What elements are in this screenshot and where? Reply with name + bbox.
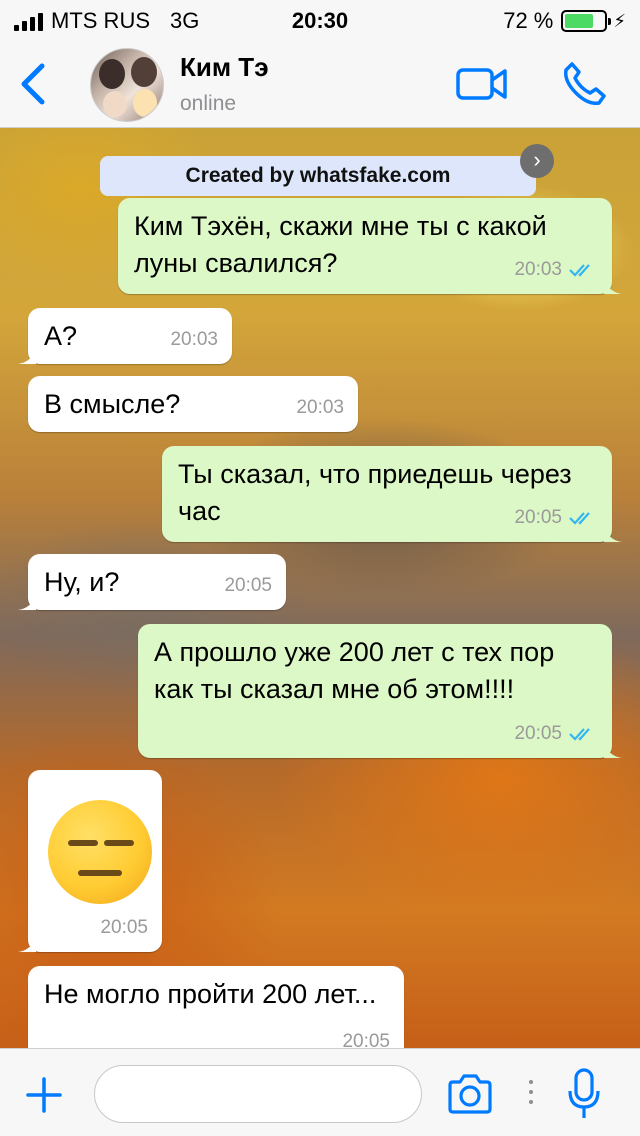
- message-time: 20:05: [100, 917, 148, 938]
- charging-icon: ⚡: [613, 10, 626, 31]
- more-dots-icon: [529, 1080, 533, 1104]
- message-text: Не могло пройти 200 лет...: [44, 979, 377, 1009]
- message-text: А прошло уже 200 лет с тех пор как ты ск…: [154, 637, 555, 704]
- message-bubble-incoming[interactable]: В смысле? 20:03: [28, 376, 358, 432]
- message-bubble-outgoing[interactable]: Ты сказал, что приедешь через час 20:05: [162, 446, 622, 542]
- status-bar: MTS RUS 3G 20:30 72 % ⚡: [0, 0, 640, 40]
- message-text: Ты сказал, что приедешь через час: [178, 459, 572, 526]
- chat-area[interactable]: Created by whatsfake.com › Ким Тэхён, ск…: [0, 128, 640, 1048]
- message-time: 20:03: [170, 329, 218, 350]
- video-camera-icon: [456, 68, 507, 100]
- plus-icon: [26, 1077, 62, 1113]
- message-text: Ким Тэхён, скажи мне ты с какой луны сва…: [134, 211, 547, 278]
- battery-icon: [561, 10, 612, 32]
- contact-name[interactable]: Ким Тэ: [180, 52, 269, 83]
- message-text: Ну, и?: [44, 567, 120, 597]
- read-checkmarks-icon: [569, 263, 590, 277]
- bubble-tail: [18, 348, 36, 364]
- voice-message-button[interactable]: [566, 1067, 602, 1121]
- message-input[interactable]: [94, 1065, 422, 1123]
- microphone-icon: [568, 1068, 600, 1118]
- message-time: 20:05: [514, 723, 562, 744]
- message-bubble-incoming[interactable]: А? 20:03: [18, 308, 232, 364]
- message-bubble-incoming[interactable]: Ну, и? 20:05: [18, 554, 286, 610]
- video-call-button[interactable]: [456, 66, 508, 102]
- message-bubble-emoji[interactable]: 20:05: [18, 770, 162, 952]
- read-checkmarks-icon: [569, 727, 590, 741]
- message-time: 20:03: [514, 259, 562, 280]
- back-button[interactable]: [14, 62, 54, 106]
- message-text: В смысле?: [44, 389, 181, 419]
- composer-bar: [0, 1048, 640, 1136]
- message-text: А?: [44, 321, 78, 351]
- camera-button[interactable]: [446, 1073, 494, 1115]
- message-time: 20:03: [296, 397, 344, 418]
- chevron-left-icon: [21, 63, 45, 105]
- phone-icon: [563, 62, 606, 106]
- message-bubble-outgoing[interactable]: А прошло уже 200 лет с тех пор как ты ск…: [138, 624, 622, 758]
- watermark-banner: Created by whatsfake.com: [100, 156, 536, 196]
- bubble-tail: [18, 594, 36, 610]
- voice-call-button[interactable]: [560, 60, 608, 108]
- bubble-tail: [604, 278, 622, 294]
- avatar[interactable]: [90, 48, 164, 122]
- message-time: 20:05: [342, 1031, 390, 1048]
- camera-icon: [448, 1074, 492, 1114]
- bubble-tail: [604, 526, 622, 542]
- attach-button[interactable]: [24, 1075, 64, 1115]
- expressionless-face-icon: [48, 800, 152, 904]
- message-time: 20:05: [514, 507, 562, 528]
- watermark-close-button[interactable]: ›: [520, 144, 554, 178]
- contact-status: online: [180, 92, 237, 115]
- message-bubble-incoming[interactable]: Не могло пройти 200 лет... 20:05: [28, 966, 404, 1048]
- message-bubble-outgoing[interactable]: Ким Тэхён, скажи мне ты с какой луны сва…: [118, 198, 622, 294]
- battery-percent: 72 %: [503, 8, 554, 33]
- chat-header: Ким Тэ online: [0, 40, 640, 128]
- message-time: 20:05: [224, 575, 272, 596]
- bubble-tail: [604, 742, 622, 758]
- read-checkmarks-icon: [569, 511, 590, 525]
- bubble-tail: [18, 936, 36, 952]
